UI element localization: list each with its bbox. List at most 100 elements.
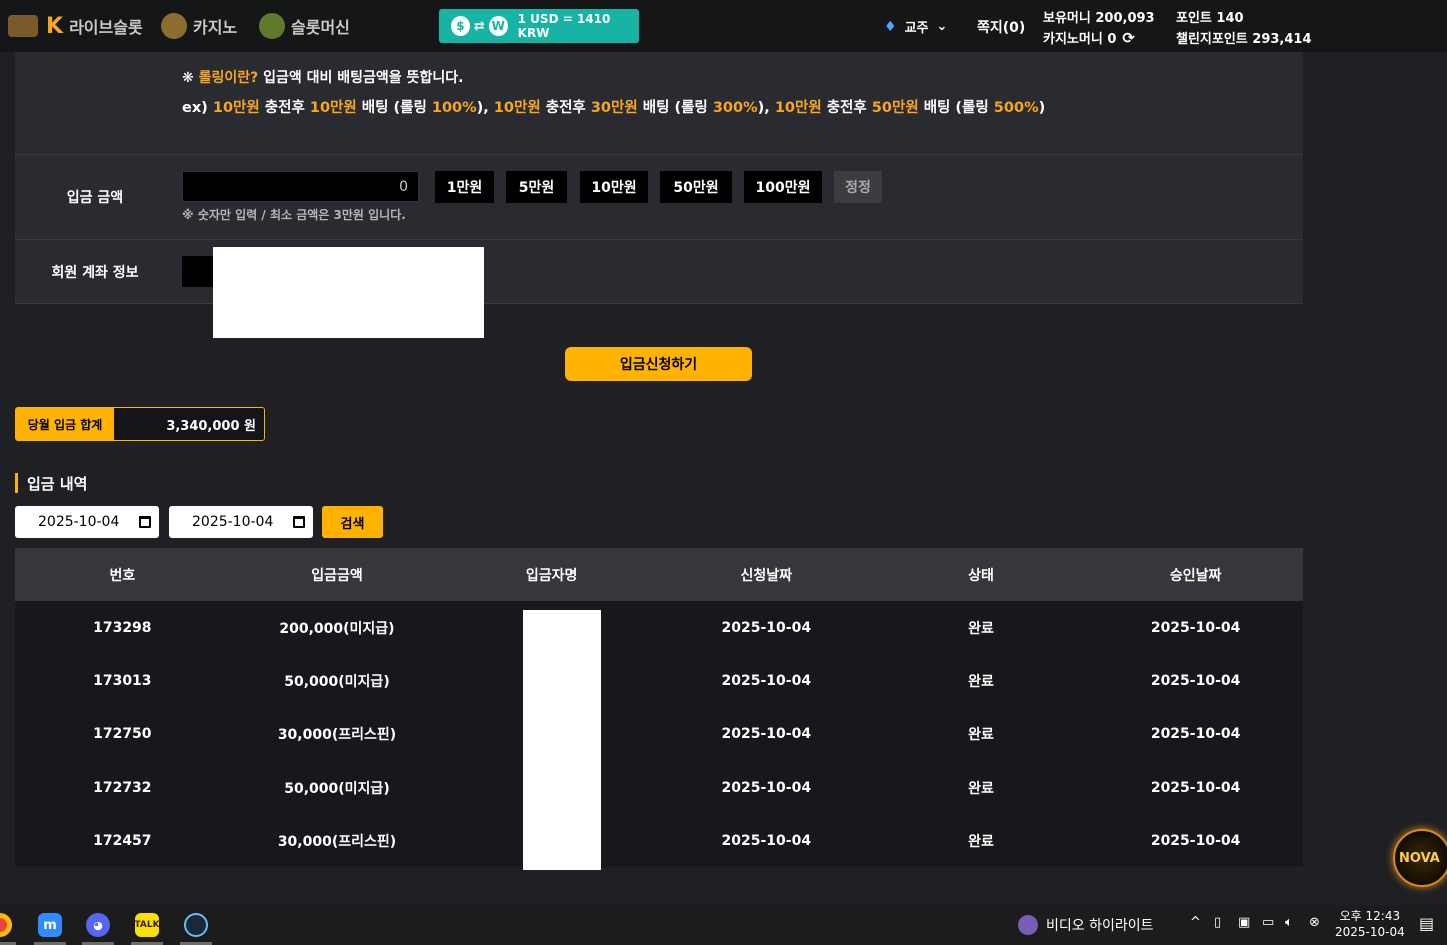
steam-icon bbox=[184, 913, 208, 937]
notice-highlight-segment: 100% bbox=[431, 100, 477, 116]
nova-floating-button[interactable]: NOVA bbox=[1393, 829, 1447, 887]
rolling-notice-example: ex) 10만원 충전후 10만원 배팅 (롤링 100%), 10만원 충전후… bbox=[182, 96, 1045, 117]
column-header-request-date: 신청날짜 bbox=[740, 567, 793, 584]
user-menu[interactable]: ♦ 교주 ⌄ bbox=[884, 17, 947, 37]
top-navigation-bar: K 라이브슬롯 카지노 슬롯머신 $ ⇄ W 1 USD = 1410 KRW … bbox=[0, 0, 1447, 52]
video-highlight-tray[interactable]: 비디오 하이라이트 bbox=[1018, 915, 1154, 935]
cell-status: 완료 bbox=[968, 780, 994, 797]
notice-highlight-segment: 10만원 bbox=[309, 100, 357, 116]
redacted-account-info bbox=[213, 247, 484, 338]
taskbar-steam[interactable] bbox=[174, 905, 218, 945]
cell-number: 172750 bbox=[93, 726, 152, 743]
clock[interactable]: 오후 12:43 2025-10-04 bbox=[1335, 908, 1405, 940]
clock-date: 2025-10-04 bbox=[1335, 925, 1405, 939]
cell-number: 172732 bbox=[93, 779, 152, 796]
volume-icon[interactable]: 🔈︎ bbox=[1285, 915, 1293, 930]
quick-amount-1m-button[interactable]: 100만원 bbox=[744, 171, 822, 203]
column-header-amount: 입금금액 bbox=[311, 567, 363, 584]
cell-amount: 50,000(미지급) bbox=[284, 673, 390, 690]
cell-request-date: 2025-10-04 bbox=[721, 832, 812, 849]
tablet-icon[interactable]: ▣ bbox=[1238, 915, 1250, 930]
cell-amount: 50,000(미지급) bbox=[284, 780, 390, 797]
nav-slot-machine-label: 슬롯머신 bbox=[291, 18, 350, 37]
quick-amount-50k-button[interactable]: 5만원 bbox=[506, 171, 567, 203]
taskbar-maum[interactable]: m bbox=[28, 905, 72, 945]
date-from-input[interactable]: 2025-10-04 bbox=[15, 506, 159, 538]
column-header-status: 상태 bbox=[968, 567, 994, 584]
quick-amount-100k-button[interactable]: 10만원 bbox=[580, 171, 648, 203]
points[interactable]: 포인트 140 bbox=[1176, 7, 1244, 26]
taskbar-discord[interactable]: ◕ bbox=[76, 905, 120, 945]
notice-text-segment: ) bbox=[1038, 100, 1046, 116]
cell-approval-date: 2025-10-04 bbox=[1150, 832, 1241, 849]
notification-icon[interactable]: ▤ bbox=[1419, 914, 1434, 933]
refresh-icon[interactable]: ⟳ bbox=[1122, 29, 1135, 47]
date-to-input[interactable]: 2025-10-04 bbox=[169, 506, 313, 538]
monthly-deposit-total: 당월 입금 합계 3,340,000 원 bbox=[15, 407, 265, 441]
deposit-history-table: 번호 입금금액 입금자명 신청날짜 상태 승인날짜 173298 200,000(… bbox=[15, 548, 1303, 868]
holding-money: 보유머니 200,093 bbox=[1043, 11, 1155, 26]
notice-highlight-segment: 10만원 bbox=[493, 100, 541, 116]
amount-input[interactable] bbox=[182, 171, 419, 202]
notice-highlight-segment: 50만원 bbox=[871, 100, 919, 116]
notice-text-segment: 충전후 bbox=[259, 100, 310, 116]
calendar-icon[interactable] bbox=[139, 516, 151, 528]
nav-live-slot[interactable]: K 라이브슬롯 bbox=[46, 12, 143, 40]
messages-link[interactable]: 쪽지(0) bbox=[977, 17, 1025, 37]
divider bbox=[15, 303, 1303, 304]
table-row: 173298 200,000(미지급) 2025-10-04 완료 2025-10-04 bbox=[15, 601, 1303, 654]
kakaotalk-icon: TALK bbox=[134, 913, 160, 937]
tray-overflow-chevron-icon[interactable]: ^ bbox=[1190, 915, 1201, 930]
date-from-value: 2025-10-04 bbox=[38, 514, 120, 530]
quick-amount-10k-button[interactable]: 1만원 bbox=[435, 171, 494, 203]
cell-request-date: 2025-10-04 bbox=[721, 726, 812, 743]
cell-approval-date: 2025-10-04 bbox=[1150, 726, 1241, 743]
cell-approval-date: 2025-10-04 bbox=[1150, 619, 1241, 636]
reset-amount-button[interactable]: 정정 bbox=[834, 171, 882, 203]
nav-slot-machine[interactable]: 슬롯머신 bbox=[259, 12, 350, 40]
discord-icon: ◕ bbox=[86, 913, 110, 937]
taskbar-chrome[interactable] bbox=[0, 905, 22, 945]
dollar-coin-icon: $ bbox=[451, 16, 470, 36]
notice-text-segment: 배팅 (롤링 bbox=[918, 100, 994, 116]
nav-casino-label: 카지노 bbox=[193, 18, 238, 37]
clock-time: 오후 12:43 bbox=[1339, 909, 1401, 923]
table-row: 172732 50,000(미지급) 2025-10-04 완료 2025-10-04 bbox=[15, 761, 1303, 814]
maum-icon: m bbox=[38, 913, 62, 937]
notice-text-segment: ex) bbox=[182, 100, 213, 116]
cell-request-date: 2025-10-04 bbox=[721, 672, 812, 689]
user-name: 교주 bbox=[904, 21, 929, 36]
network-icon[interactable]: ▭ bbox=[1262, 915, 1274, 930]
cell-approval-date: 2025-10-04 bbox=[1150, 779, 1241, 796]
notice-mark: ❋ bbox=[182, 70, 199, 86]
notice-highlight-segment: 300% bbox=[712, 100, 758, 116]
table-row: 172750 30,000(프리스핀) 2025-10-04 완료 2025-10-04 bbox=[15, 708, 1303, 761]
mute-x-icon[interactable]: ⊗ bbox=[1309, 915, 1320, 930]
nav-live-slot-label: 라이브슬롯 bbox=[69, 18, 143, 37]
taskbar-kakaotalk[interactable]: TALK bbox=[125, 905, 169, 945]
cell-request-date: 2025-10-04 bbox=[721, 779, 812, 796]
slot-logo[interactable] bbox=[8, 12, 38, 40]
cell-amount: 30,000(프리스핀) bbox=[277, 727, 397, 744]
date-to-value: 2025-10-04 bbox=[192, 514, 274, 530]
cell-approval-date: 2025-10-04 bbox=[1150, 672, 1241, 689]
notice-text-segment: ), bbox=[757, 100, 775, 116]
table-row: 173013 50,000(미지급) 2025-10-04 완료 2025-10-04 bbox=[15, 654, 1303, 707]
exchange-rate-button[interactable]: $ ⇄ W 1 USD = 1410 KRW bbox=[439, 9, 639, 43]
notice-highlight-segment: 10만원 bbox=[212, 100, 260, 116]
user-rank-icon: ♦ bbox=[884, 18, 897, 35]
casino-money: 카지노머니 0 bbox=[1043, 32, 1117, 47]
battery-icon[interactable]: ▯ bbox=[1214, 915, 1221, 930]
cell-status: 완료 bbox=[968, 833, 994, 850]
search-button[interactable]: 검색 bbox=[322, 506, 383, 538]
exchange-rate-text: 1 USD = 1410 KRW bbox=[517, 12, 611, 40]
challenge-points[interactable]: 챌린지포인트 293,414 bbox=[1176, 28, 1312, 47]
notice-highlight-segment: 10만원 bbox=[774, 100, 822, 116]
cell-amount: 200,000(미지급) bbox=[279, 620, 395, 637]
nav-casino[interactable]: 카지노 bbox=[161, 12, 237, 40]
quick-amount-500k-button[interactable]: 50만원 bbox=[660, 171, 732, 203]
calendar-icon[interactable] bbox=[293, 516, 305, 528]
monthly-total-value: 3,340,000 원 bbox=[114, 408, 264, 440]
notice-text-segment: 충전후 bbox=[821, 100, 872, 116]
submit-deposit-button[interactable]: 입금신청하기 bbox=[565, 347, 752, 381]
